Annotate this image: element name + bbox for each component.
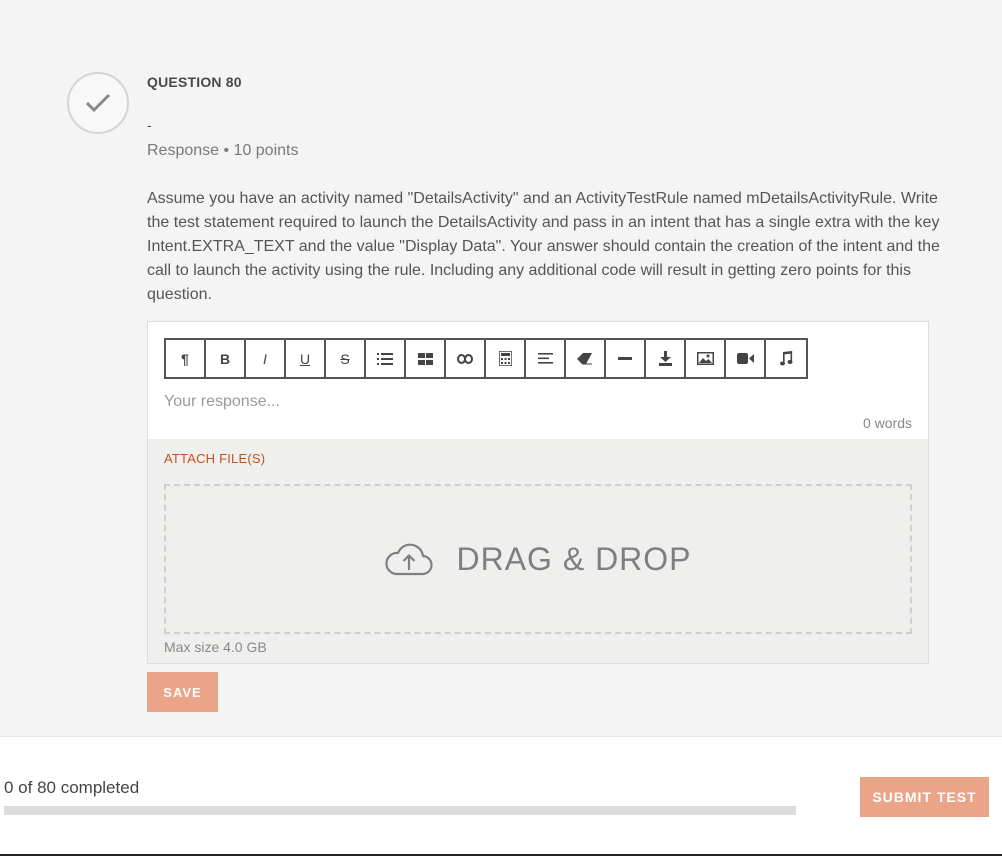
bulleted-list-icon — [377, 352, 393, 365]
strikethrough-icon: S — [340, 350, 350, 367]
calculator-icon — [498, 351, 512, 366]
question-status-indicator — [67, 72, 129, 134]
response-input[interactable]: Your response... — [164, 393, 280, 411]
video-icon — [736, 353, 754, 364]
align-button[interactable] — [526, 340, 566, 377]
image-icon — [696, 352, 714, 365]
music-button[interactable] — [766, 340, 806, 377]
underline-icon: U — [299, 350, 311, 367]
align-icon — [537, 353, 553, 364]
cloud-upload-icon — [385, 543, 434, 576]
calculator-button[interactable] — [486, 340, 526, 377]
bulleted-list-button[interactable] — [366, 340, 406, 377]
horizontal-rule-icon — [618, 356, 632, 360]
strikethrough-button[interactable]: S — [326, 340, 366, 377]
eraser-button[interactable] — [566, 340, 606, 377]
eraser-icon — [577, 352, 592, 364]
editor-toolbar: ¶ B I U S — [164, 338, 808, 379]
horizontal-rule-button[interactable] — [606, 340, 646, 377]
attach-files-label: ATTACH FILE(S) — [164, 451, 266, 466]
progress-label: 0 of 80 completed — [4, 778, 140, 797]
image-button[interactable] — [686, 340, 726, 377]
max-size-note: Max size 4.0 GB — [164, 639, 267, 655]
checkmark-icon — [85, 93, 111, 113]
bold-icon: B — [219, 350, 231, 367]
file-dropzone[interactable]: DRAG & DROP — [164, 484, 912, 634]
question-prompt: Assume you have an activity named "Detai… — [147, 190, 940, 303]
footer-bar: 0 of 80 completed SUBMIT TEST — [0, 736, 1002, 857]
download-button[interactable] — [646, 340, 686, 377]
bold-button[interactable]: B — [206, 340, 246, 377]
italic-icon: I — [263, 350, 267, 367]
save-button[interactable]: SAVE — [147, 672, 218, 712]
italic-button[interactable]: I — [246, 340, 286, 377]
question-title: - — [147, 117, 152, 133]
download-icon — [658, 351, 672, 366]
submit-test-button[interactable]: SUBMIT TEST — [860, 777, 989, 817]
paragraph-icon: ¶ — [181, 350, 189, 367]
table-icon — [417, 352, 433, 365]
question-number: QUESTION 80 — [147, 74, 242, 90]
video-button[interactable] — [726, 340, 766, 377]
underline-button[interactable]: U — [286, 340, 326, 377]
music-icon — [779, 351, 792, 366]
link-button[interactable] — [446, 340, 486, 377]
footer-divider — [0, 854, 1002, 856]
attach-files-area: ATTACH FILE(S) DRAG & DROP Max size 4.0 … — [147, 439, 929, 664]
link-icon — [457, 353, 473, 364]
table-button[interactable] — [406, 340, 446, 377]
dropzone-label: DRAG & DROP — [456, 540, 692, 577]
progress-bar — [4, 806, 796, 815]
question-meta: Response • 10 points — [147, 142, 299, 159]
word-count: 0 words — [862, 415, 912, 431]
paragraph-button[interactable]: ¶ — [166, 340, 206, 377]
response-editor[interactable]: ¶ B I U S Your response... 0 words — [147, 321, 929, 440]
